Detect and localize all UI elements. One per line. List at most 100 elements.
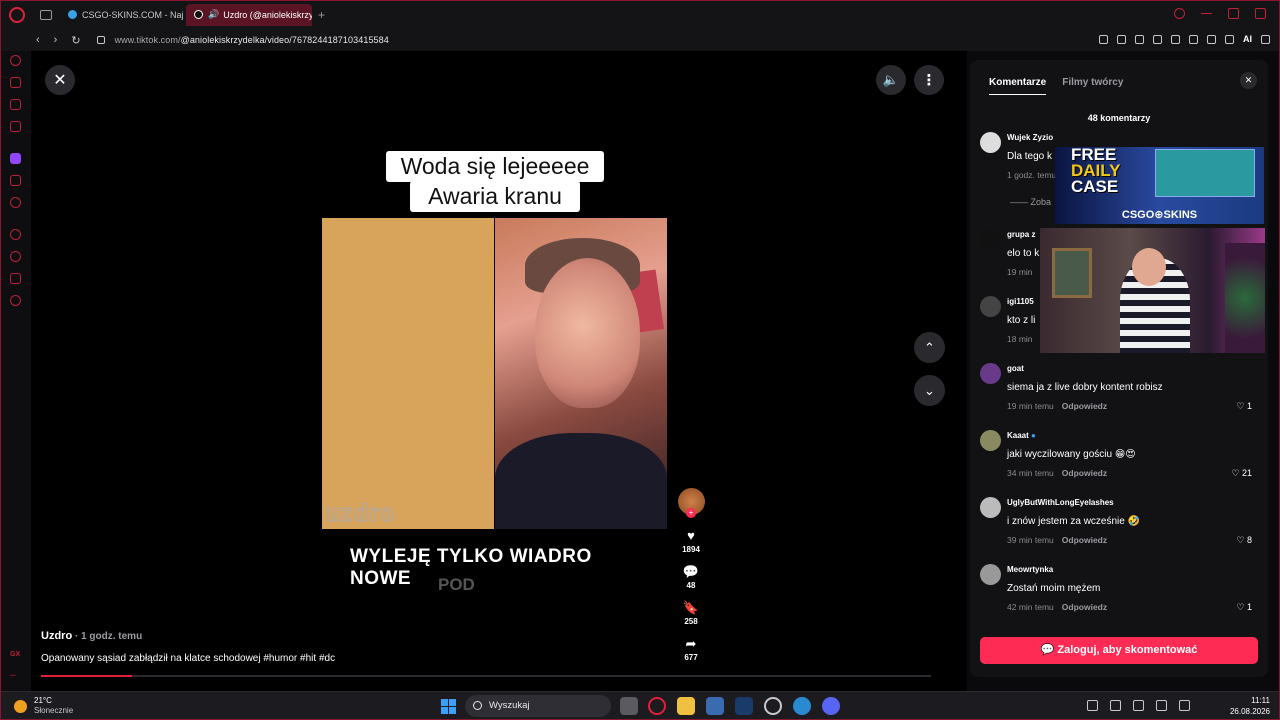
previous-video-button[interactable]: ⌃ <box>914 332 945 363</box>
wallet-icon[interactable] <box>1207 34 1216 44</box>
csgo-skins-ad[interactable]: FREE DAILY CASE CSGO⊕SKINS <box>1055 147 1264 224</box>
system-clock[interactable]: 11:11 26.08.2026 <box>1230 695 1270 717</box>
menu-icon[interactable] <box>1261 34 1270 44</box>
reply-button[interactable]: Odpowiedz <box>1062 468 1107 478</box>
volume-icon[interactable] <box>1179 700 1190 711</box>
view-replies-button[interactable]: —— Zoba <box>1010 197 1051 207</box>
comment-user[interactable]: grupa z <box>1007 230 1035 239</box>
temperature[interactable]: 21°C <box>34 696 52 705</box>
comment-user[interactable]: Meowrtynka <box>1007 565 1053 574</box>
history-icon[interactable] <box>10 251 21 262</box>
tab-creator-videos[interactable]: Filmy twórcy <box>1062 77 1123 95</box>
save-action[interactable]: 🔖 258 <box>676 601 706 627</box>
weather-sun-icon[interactable] <box>14 700 27 713</box>
comment-like[interactable]: ♡ 21 <box>1231 468 1252 479</box>
news-icon[interactable] <box>10 121 21 132</box>
avatar[interactable] <box>980 564 1001 585</box>
avatar[interactable] <box>980 430 1001 451</box>
comment-action[interactable]: 💬 48 <box>676 565 706 591</box>
reply-button[interactable]: Odpowiedz <box>1062 401 1107 411</box>
ai-button[interactable]: AI <box>1243 34 1252 44</box>
login-to-comment-button[interactable]: 💬 Zaloguj, aby skomentować <box>980 637 1258 664</box>
comment-user[interactable]: Kaaat ● <box>1007 431 1036 440</box>
forward-button[interactable]: › <box>54 34 58 47</box>
extensions-icon[interactable] <box>1189 34 1198 44</box>
start-button[interactable] <box>441 699 456 714</box>
reply-button[interactable]: Odpowiedz <box>1062 602 1107 612</box>
discount-icon[interactable] <box>10 175 21 186</box>
messenger-icon[interactable] <box>10 99 21 110</box>
like-action[interactable]: ♥ 1894 <box>676 529 706 555</box>
author-name[interactable]: Uzdro <box>41 630 72 642</box>
comment-like[interactable]: ♡ 8 <box>1236 535 1252 546</box>
tab-tiktok[interactable]: 🔊 Uzdro (@aniolekiskrzy <box>186 3 312 26</box>
opera-gx-taskbar-icon[interactable] <box>648 697 666 715</box>
opera-logo-icon[interactable] <box>9 6 25 23</box>
weather-condition[interactable]: Słonecznie <box>34 706 73 715</box>
maximize-button[interactable] <box>1228 8 1239 19</box>
display-icon[interactable] <box>1156 700 1167 711</box>
file-explorer-icon[interactable] <box>677 697 695 715</box>
avatar[interactable] <box>980 363 1001 384</box>
download-icon[interactable] <box>1225 34 1234 44</box>
comment-like[interactable]: ♡ 1 <box>1236 401 1252 412</box>
reply-button[interactable]: Odpowiedz <box>1062 535 1107 545</box>
comment-user[interactable]: goat <box>1007 364 1024 373</box>
new-tab-button[interactable]: + <box>318 8 325 22</box>
back-button[interactable]: ‹ <box>36 34 40 47</box>
share-action[interactable]: ➦ 677 <box>676 637 706 663</box>
comment-username[interactable]: Kaaat <box>1007 431 1029 440</box>
url-field[interactable]: www.tiktok.com/@aniolekiskrzydelka/video… <box>115 35 389 45</box>
tab-islands-icon[interactable] <box>40 9 52 20</box>
gx-corner-icon[interactable] <box>10 77 21 88</box>
onedrive-icon[interactable] <box>1110 700 1121 711</box>
lock-icon[interactable] <box>96 36 105 44</box>
steam-icon[interactable] <box>735 697 753 715</box>
extensions-sidebar-icon[interactable] <box>10 273 21 284</box>
heart-icon[interactable] <box>1171 34 1180 44</box>
microphone-icon[interactable] <box>1133 700 1144 711</box>
gx-control-icon[interactable] <box>10 55 21 66</box>
video-author[interactable]: Uzdro · 1 godz. temu <box>41 630 142 642</box>
discord-icon[interactable] <box>822 697 840 715</box>
minimize-button[interactable] <box>1201 13 1212 14</box>
next-video-button[interactable]: ⌄ <box>914 375 945 406</box>
comment-user[interactable]: igi1105 <box>1007 297 1034 306</box>
chevron-up-icon[interactable] <box>1087 700 1098 711</box>
avatar[interactable] <box>980 497 1001 518</box>
player-icon[interactable] <box>10 229 21 240</box>
avatar[interactable] <box>980 296 1001 317</box>
tab-csgo-skins[interactable]: CSGO-SKINS.COM - Najlep <box>60 4 184 26</box>
speaker-icon[interactable]: 🔊 <box>208 9 219 20</box>
taskbar-search[interactable]: Wyszukaj <box>465 695 611 717</box>
play-icon[interactable] <box>1153 34 1162 44</box>
pin-icon[interactable] <box>1099 34 1108 44</box>
close-window-button[interactable] <box>1255 8 1266 19</box>
app-icon[interactable] <box>764 697 782 715</box>
plant <box>1225 243 1265 353</box>
task-view-icon[interactable] <box>620 697 638 715</box>
vk-icon[interactable] <box>10 197 21 208</box>
settings-icon[interactable] <box>10 295 21 306</box>
more-options-button[interactable]: ⋮ <box>914 65 944 95</box>
vpn-icon[interactable] <box>1135 34 1144 44</box>
follow-button[interactable]: + <box>686 508 696 518</box>
close-video-button[interactable]: ✕ <box>45 65 75 95</box>
avatar[interactable] <box>980 229 1001 250</box>
volume-button[interactable]: 🔈 <box>876 65 906 95</box>
gx-label[interactable]: GX <box>10 651 20 658</box>
comment-user[interactable]: UglyButWithLongEyelashes <box>1007 498 1114 507</box>
comment-user[interactable]: Wujek Zyzio <box>1007 133 1053 142</box>
twitch-icon[interactable] <box>10 153 21 164</box>
tab-comments[interactable]: Komentarze <box>989 77 1047 95</box>
snapshot-icon[interactable] <box>1117 34 1126 44</box>
reload-button[interactable]: ↻ <box>71 34 80 47</box>
search-tabs-icon[interactable] <box>1174 8 1185 19</box>
comment-like[interactable]: ♡ 1 <box>1236 602 1252 613</box>
close-comments-button[interactable]: ✕ <box>1240 72 1257 89</box>
store-icon[interactable] <box>706 697 724 715</box>
sidebar-more[interactable]: ... <box>10 671 16 678</box>
edge-icon[interactable] <box>793 697 811 715</box>
video-progress-track[interactable] <box>41 675 931 677</box>
avatar[interactable] <box>980 132 1001 153</box>
